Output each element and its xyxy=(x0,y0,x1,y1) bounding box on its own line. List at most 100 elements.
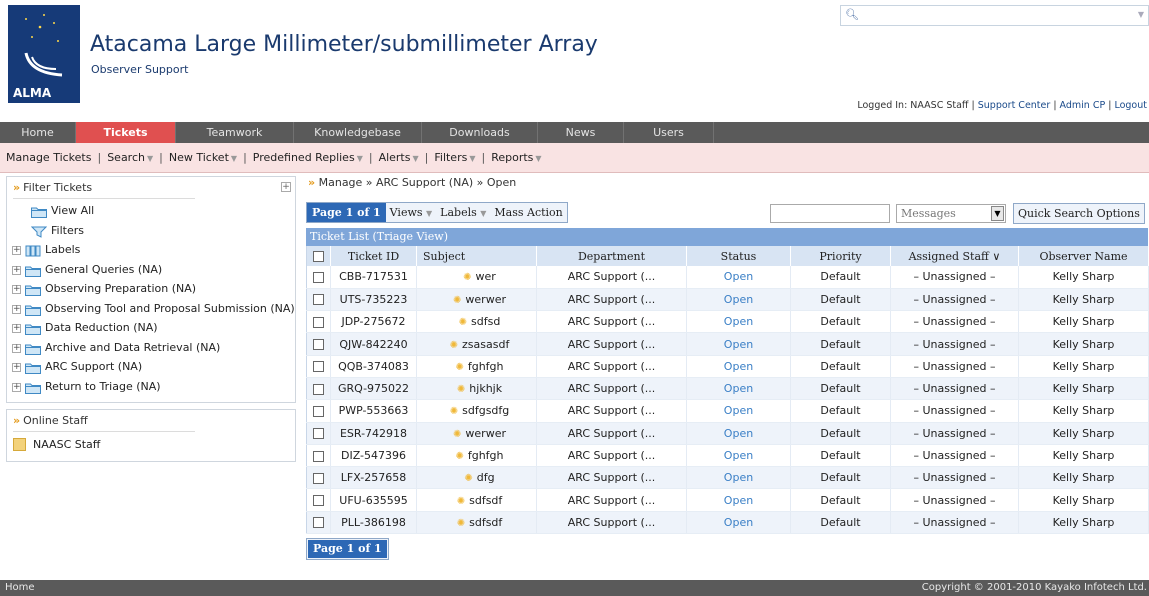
status-cell[interactable]: Open xyxy=(686,310,791,334)
subnav-search[interactable]: Search ▼ xyxy=(107,151,153,164)
subject-cell[interactable]: ✺ werwer xyxy=(416,422,537,445)
status-cell[interactable]: Open xyxy=(686,399,791,423)
subject-cell[interactable]: ✺ wer xyxy=(416,266,537,289)
subject-cell[interactable]: ✺ fghfgh xyxy=(416,355,537,378)
ticket-id-cell[interactable]: LFX-257658 xyxy=(330,466,417,490)
row-checkbox[interactable] xyxy=(313,271,324,283)
sidebar-item-archive-and-data-retrieval-na[interactable]: + Archive and Data Retrieval (NA) xyxy=(7,338,295,358)
ticket-id-cell[interactable]: DIZ-547396 xyxy=(330,444,417,468)
subject-cell[interactable]: ✺ sdfsdf xyxy=(416,488,537,512)
sidebar-item-observing-preparation-na[interactable]: + Observing Preparation (NA) xyxy=(7,279,295,299)
logout-link[interactable]: Logout xyxy=(1114,100,1147,111)
ticket-id-cell[interactable]: PWP-553663 xyxy=(330,399,417,423)
table-row[interactable]: QJW-842240 ✺ zsasasdf ARC Support (... Open D… xyxy=(306,332,1149,356)
sidebar-item-arc-support-na[interactable]: + ARC Support (NA) xyxy=(7,357,295,377)
views-menu[interactable]: Views ▼ xyxy=(386,206,437,219)
ticket-id-cell[interactable]: PLL-386198 xyxy=(330,511,417,535)
row-checkbox[interactable] xyxy=(313,428,324,440)
pager-button[interactable]: Page 1 of 1 xyxy=(307,203,386,222)
labels-menu[interactable]: Labels ▼ xyxy=(436,206,490,219)
footer-home-link[interactable]: Home xyxy=(5,580,35,596)
subnav-manage-tickets[interactable]: Manage Tickets xyxy=(6,151,91,164)
subject-cell[interactable]: ✺ werwer xyxy=(416,288,537,312)
col-subject[interactable]: Subject xyxy=(416,246,537,266)
ticket-id-cell[interactable]: QQB-374083 xyxy=(330,355,417,378)
ticket-id-cell[interactable]: UTS-735223 xyxy=(330,288,417,312)
table-row[interactable]: CBB-717531 ✺ wer ARC Support (... Open Defaul… xyxy=(306,266,1149,289)
chevron-down-icon[interactable]: ▼ xyxy=(1138,10,1144,19)
sidebar-item-observing-tool-and-proposal-submission-na[interactable]: + Observing Tool and Proposal Submission … xyxy=(7,299,295,319)
row-checkbox[interactable] xyxy=(313,316,324,328)
row-checkbox[interactable] xyxy=(313,450,324,462)
collapse-toggle-icon[interactable]: + xyxy=(281,182,291,192)
staff-item[interactable]: NAASC Staff xyxy=(13,438,289,451)
subnav-new-ticket[interactable]: New Ticket ▼ xyxy=(169,151,237,164)
table-row[interactable]: DIZ-547396 ✺ fghfgh ARC Support (... Open Def… xyxy=(306,444,1149,468)
tab-teamwork[interactable]: Teamwork xyxy=(176,122,294,143)
options-button[interactable]: Options xyxy=(1097,207,1140,220)
subject-cell[interactable]: ✺ sdfgsdfg xyxy=(416,399,537,423)
col-ticket-id[interactable]: Ticket ID xyxy=(330,246,417,266)
breadcrumb-text[interactable]: Manage » ARC Support (NA) » Open xyxy=(319,176,517,189)
subject-cell[interactable]: ✺ dfg xyxy=(416,466,537,490)
expand-icon[interactable]: + xyxy=(12,324,21,333)
table-row[interactable]: QQB-374083 ✺ fghfgh ARC Support (... Open Def… xyxy=(306,355,1149,378)
tab-users[interactable]: Users xyxy=(624,122,714,143)
ticket-id-cell[interactable]: ESR-742918 xyxy=(330,422,417,445)
status-cell[interactable]: Open xyxy=(686,422,791,445)
tab-downloads[interactable]: Downloads xyxy=(422,122,538,143)
search-type-select[interactable]: Messages ▼ xyxy=(896,204,1006,223)
table-row[interactable]: PLL-386198 ✺ sdfsdf ARC Support (... Open Def… xyxy=(306,511,1149,535)
quick-search-input[interactable] xyxy=(770,204,890,223)
ticket-id-cell[interactable]: CBB-717531 xyxy=(330,266,417,289)
expand-icon[interactable]: + xyxy=(12,265,21,275)
table-row[interactable]: JDP-275672 ✺ sdfsd ARC Support (... Open Defa… xyxy=(306,310,1149,334)
status-cell[interactable]: Open xyxy=(686,355,791,378)
expand-icon[interactable]: + xyxy=(12,304,21,314)
col-assigned-staff[interactable]: Assigned Staff ∨ xyxy=(890,246,1019,266)
table-row[interactable]: PWP-553663 ✺ sdfgsdfg ARC Support (... Open D… xyxy=(306,399,1149,423)
global-search[interactable]: 🔍︎ ▼ xyxy=(840,5,1149,26)
row-checkbox[interactable] xyxy=(313,405,324,417)
subnav-predefined-replies[interactable]: Predefined Replies ▼ xyxy=(253,151,363,164)
col-priority[interactable]: Priority xyxy=(790,246,891,266)
expand-icon[interactable]: + xyxy=(12,246,21,255)
status-cell[interactable]: Open xyxy=(686,332,791,356)
quick-search-button[interactable]: Quick Search xyxy=(1018,207,1093,220)
status-cell[interactable]: Open xyxy=(686,377,791,401)
subject-cell[interactable]: ✺ sdfsdf xyxy=(416,511,537,535)
expand-icon[interactable]: + xyxy=(12,382,21,392)
col-observer-name[interactable]: Observer Name xyxy=(1018,246,1149,266)
support-center-link[interactable]: Support Center xyxy=(978,100,1051,111)
alma-logo[interactable]: ALMA xyxy=(8,5,80,103)
table-row[interactable]: GRQ-975022 ✺ hjkhjk ARC Support (... Open Def… xyxy=(306,377,1149,401)
select-all-checkbox[interactable] xyxy=(313,251,324,262)
ticket-id-cell[interactable]: QJW-842240 xyxy=(330,332,417,356)
table-row[interactable]: UTS-735223 ✺ werwer ARC Support (... Open Def… xyxy=(306,288,1149,312)
subject-cell[interactable]: ✺ hjkhjk xyxy=(416,377,537,401)
status-cell[interactable]: Open xyxy=(686,466,791,490)
status-cell[interactable]: Open xyxy=(686,488,791,512)
ticket-id-cell[interactable]: UFU-635595 xyxy=(330,488,417,512)
subject-cell[interactable]: ✺ sdfsd xyxy=(416,310,537,334)
sidebar-item-filters[interactable]: Filters xyxy=(7,221,295,241)
row-checkbox[interactable] xyxy=(313,495,324,507)
row-checkbox[interactable] xyxy=(313,294,324,306)
sidebar-item-data-reduction-na[interactable]: + Data Reduction (NA) xyxy=(7,318,295,338)
status-cell[interactable]: Open xyxy=(686,444,791,468)
status-cell[interactable]: Open xyxy=(686,511,791,535)
sidebar-item-return-to-triage-na[interactable]: + Return to Triage (NA) xyxy=(7,377,295,397)
row-checkbox[interactable] xyxy=(313,339,324,351)
table-row[interactable]: UFU-635595 ✺ sdfsdf ARC Support (... Open Def… xyxy=(306,488,1149,512)
subject-cell[interactable]: ✺ fghfgh xyxy=(416,444,537,468)
col-status[interactable]: Status xyxy=(686,246,791,266)
global-search-input[interactable] xyxy=(857,8,1127,23)
subnav-filters[interactable]: Filters ▼ xyxy=(434,151,475,164)
bottom-pager[interactable]: Page 1 of 1 xyxy=(306,538,389,561)
subnav-reports[interactable]: Reports ▼ xyxy=(491,151,541,164)
status-cell[interactable]: Open xyxy=(686,266,791,289)
col-department[interactable]: Department xyxy=(536,246,687,266)
tab-home[interactable]: Home xyxy=(0,122,76,143)
sidebar-item-labels[interactable]: + Labels xyxy=(7,240,295,260)
tab-tickets[interactable]: Tickets xyxy=(76,122,176,143)
